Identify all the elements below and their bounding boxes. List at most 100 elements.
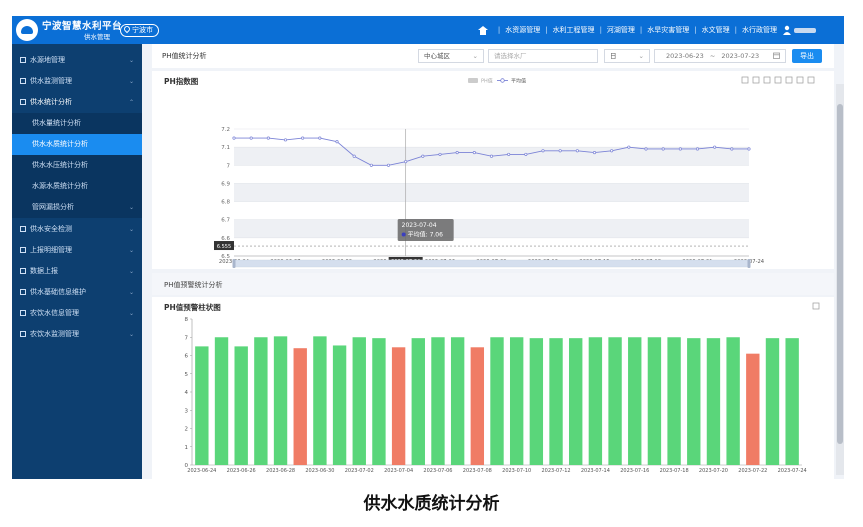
date-range-picker[interactable]: 2023-06-23 ~ 2023-07-23 [654,49,786,63]
bar-normal [234,346,248,465]
data-point [610,149,614,153]
nav-engineering[interactable]: 水利工程管理 [553,25,595,35]
scrollbar[interactable] [836,84,844,475]
data-point [472,151,476,155]
x-tick-label: 2023-07-22 [738,468,767,474]
y-tick-label: 7.1 [221,145,230,151]
upload-icon [20,267,26,274]
x-tick-label: 2023-07-20 [699,468,728,474]
plant-select[interactable]: 请选择水厂 [488,49,598,63]
bar-normal [254,337,268,465]
chevron-down-icon: ⌄ [128,289,134,296]
sidebar-item-rural-monitor[interactable]: 农饮水监测管理 ⌄ [12,324,142,345]
chevron-down-icon: ⌄ [638,52,644,60]
zoom-icon[interactable] [741,76,749,84]
y-tick-label: 1 [185,445,189,451]
nav-hydrology[interactable]: 水文管理 [702,25,730,35]
x-tick-label: 2023-07-24 [778,468,807,474]
restore-icon[interactable] [796,76,804,84]
sidebar-item-supply-monitor[interactable]: 供水监测管理 ⌄ [12,71,142,92]
datazoom-handle-left[interactable] [232,259,236,268]
data-point [438,152,442,156]
district-select[interactable]: 中心城区 ⌄ [418,49,484,63]
y-tick-label: 6.8 [221,200,230,206]
data-point [386,163,391,167]
city-label: 宁波市 [132,26,153,34]
top-nav: | 水资源管理 | 水利工程管理 | 河湖管理 | 水旱灾害管理 | 水文管理 … [477,25,816,35]
y-tick-label: 7 [227,163,231,169]
sidebar-sub-pressure[interactable]: 供水水压统计分析 [12,155,142,176]
username-blurred[interactable] [794,27,816,33]
legend-ph-swatch [468,78,478,83]
bar-normal [313,336,327,465]
filter-bar: PH值统计分析 中心城区 ⌄ 请选择水厂 日 ⌄ 2023-06-23 ~ 2023… [152,44,834,68]
data-point [524,152,528,156]
datazoom-handle-right[interactable] [747,259,751,268]
sidebar-sub-quality[interactable]: 供水水质统计分析 [12,134,142,155]
sidebar-item-safety[interactable]: 供水安全检测 ⌄ [12,219,142,240]
chevron-down-icon: ⌄ [472,52,478,60]
data-view-icon[interactable] [763,76,771,84]
bar-normal [273,336,288,465]
bar-warning [293,348,307,465]
app-title: 宁波智慧水利平台 [42,21,123,32]
sidebar-sub-volume[interactable]: 供水量统计分析 [12,113,142,134]
y-tick-label: 8 [185,317,189,323]
ph-warning-panel: PH值预警柱状图 0 1 2 3 4 5 6 7 8 2023-06-24 2023-06-26 20… [152,297,834,479]
chevron-down-icon: ⌄ [128,268,134,275]
zoom-reset-icon[interactable] [752,76,760,84]
chevron-down-icon: ⌄ [128,226,134,233]
chevron-down-icon: ⌄ [128,310,134,317]
sidebar-item-base-info[interactable]: 供水基础信息维护 ⌄ [12,282,142,303]
nav-water-resources[interactable]: 水资源管理 [505,25,540,35]
sidebar-item-rural-info[interactable]: 农饮水信息管理 ⌄ [12,303,142,324]
download-icon[interactable] [807,76,815,84]
export-button[interactable]: 导出 [792,49,822,63]
ph-bar-chart[interactable]: 0123456782023-06-24 2023-06-26 2023-06-28 2… [152,297,834,479]
sidebar-item-water-source[interactable]: 水源地管理 ⌄ [12,50,142,71]
line-chart-icon[interactable] [774,76,782,84]
tooltip-marker [401,232,406,237]
x-tick-label: 2023-07-06 [423,468,452,474]
chevron-down-icon: ⌄ [128,331,134,338]
app-window: 宁波智慧水利平台 供水管理 宁波市 | 水资源管理 | 水利工程管理 | 河湖管… [12,16,844,479]
sidebar-sub-leakage[interactable]: 管网漏损分析 ⌄ [12,197,142,218]
ph-line-chart[interactable]: 6.56.66.76.86.977.17.22023-06-242023-06-… [152,71,834,269]
bar-normal [726,337,740,465]
bar-normal [529,338,544,465]
download-icon[interactable] [812,302,820,310]
nav-administration[interactable]: 水行政管理 [742,25,777,35]
bar-normal [450,337,465,465]
nav-flood-drought[interactable]: 水旱灾害管理 [647,25,689,35]
bar-normal [352,337,366,465]
sidebar-sub-source-quality[interactable]: 水源水质统计分析 [12,176,142,197]
bar-normal [509,337,524,465]
period-select[interactable]: 日 ⌄ [604,49,650,63]
x-tick-label: 2023-07-08 [463,468,492,474]
home-icon[interactable] [477,25,488,35]
data-point [404,160,408,164]
bar-normal [628,337,642,465]
chevron-down-icon: ⌄ [128,247,134,254]
datazoom-selection [234,260,749,267]
scrollbar-thumb[interactable] [837,104,843,444]
bar-normal [785,338,799,465]
bar-normal [588,337,603,465]
data-point [541,149,545,153]
x-tick-label: 2023-07-02 [345,468,374,474]
sidebar-item-supply-stats[interactable]: 供水统计分析 ⌃ [12,92,142,113]
bar-chart-icon[interactable] [785,76,793,84]
page-caption: 供水水质统计分析 [363,494,500,514]
chevron-up-icon: ⌃ [128,99,134,106]
bar-normal [647,337,662,465]
data-point [335,140,339,144]
sidebar-item-report-detail[interactable]: 上报明细管理 ⌄ [12,240,142,261]
sidebar-item-data-report[interactable]: 数据上报 ⌄ [12,261,142,282]
city-selector[interactable]: 宁波市 [120,24,159,37]
nav-rivers-lakes[interactable]: 河湖管理 [607,25,635,35]
y-tick-label: 7.2 [221,127,230,133]
user-icon[interactable] [782,25,792,35]
main-content: PH值统计分析 中心城区 ⌄ 请选择水厂 日 ⌄ 2023-06-23 ~ 2023… [152,44,834,479]
chevron-down-icon: ⌄ [128,57,134,64]
chart-icon [20,98,26,105]
